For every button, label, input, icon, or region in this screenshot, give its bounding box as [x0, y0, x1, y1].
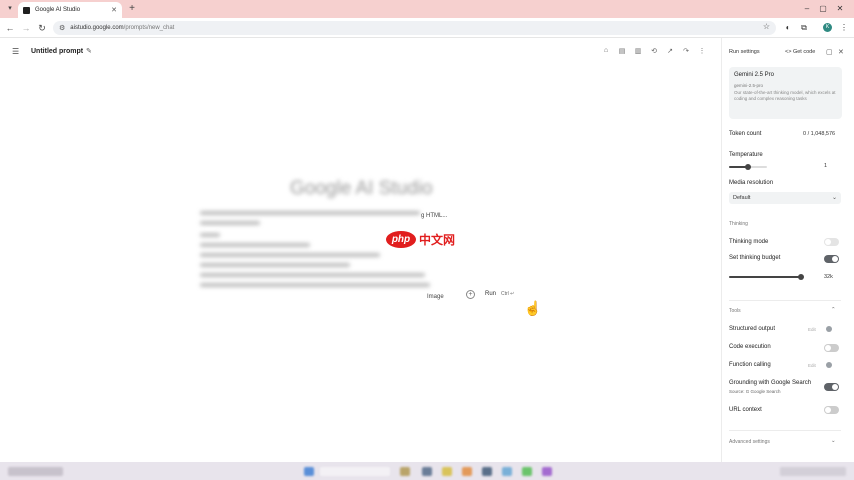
add-media-button[interactable]: +	[466, 290, 475, 299]
image-chip[interactable]: Image	[427, 294, 444, 300]
taskbar-app-icon[interactable]	[502, 467, 512, 476]
profile-avatar[interactable]: K	[823, 23, 832, 32]
nav-menu-icon[interactable]: ☰	[12, 47, 19, 56]
prompt-title: Untitled prompt	[31, 48, 84, 55]
media-resolution-select[interactable]: Default ⌄	[729, 192, 841, 204]
model-selector[interactable]: Gemini 2.5 Pro gemini-2.5-pro Our state-…	[729, 67, 842, 119]
run-button[interactable]: Run Ctrl ↵	[481, 287, 518, 301]
history-icon[interactable]: ⟲	[650, 47, 658, 55]
run-label: Run	[485, 291, 497, 297]
tab-strip: ▾ Google AI Studio ✕ + – ▢ ✕	[0, 0, 854, 18]
share-icon[interactable]: ⌂	[602, 47, 610, 55]
grounding-toggle[interactable]	[824, 383, 839, 391]
forward-icon[interactable]: →	[20, 22, 32, 34]
tab-title: Google AI Studio	[35, 7, 81, 13]
thinking-mode-label: Thinking mode	[729, 239, 769, 245]
model-id: gemini-2.5-pro	[734, 83, 764, 88]
thinking-budget-value[interactable]: 32k	[824, 274, 833, 280]
intro-title: Google AI Studio	[290, 178, 433, 199]
tab-search-icon[interactable]: ▾	[5, 4, 15, 14]
structured-output-edit[interactable]: Edit	[808, 327, 816, 332]
browser-menu-icon[interactable]: ⋮	[838, 22, 850, 34]
code-execution-toggle[interactable]	[824, 344, 839, 352]
url-text: aistudio.google.com/prompts/new_chat	[70, 25, 175, 31]
taskbar-app-icon[interactable]	[400, 467, 410, 476]
model-description: Our state-of-the-art thinking model, whi…	[734, 90, 836, 101]
taskbar-app-icon[interactable]	[442, 467, 452, 476]
address-bar[interactable]: ⚙ aistudio.google.com/prompts/new_chat ☆	[53, 21, 776, 35]
close-tab-icon[interactable]: ✕	[111, 6, 117, 14]
reload-icon[interactable]: ↻	[36, 22, 48, 34]
edit-title-icon[interactable]: ✎	[86, 47, 92, 55]
temperature-slider[interactable]	[729, 164, 767, 170]
structured-output-toggle[interactable]	[826, 326, 832, 332]
minimize-icon[interactable]: –	[801, 3, 813, 15]
grounding-source: Source: G Google Search	[729, 389, 781, 394]
thinking-budget-label: Set thinking budget	[729, 255, 781, 261]
advanced-settings-toggle[interactable]: Advanced settings	[729, 439, 770, 445]
window-close-icon[interactable]: ✕	[834, 3, 846, 15]
site-info-icon[interactable]: ⚙	[59, 24, 65, 32]
thinking-budget-toggle[interactable]	[824, 255, 839, 263]
hand-pointer-cursor-icon: ☝	[524, 300, 542, 316]
browser-tab[interactable]: Google AI Studio ✕	[18, 2, 122, 18]
grounding-label: Grounding with Google Search	[729, 380, 812, 386]
browser-toolbar: ← → ↻ ⚙ aistudio.google.com/prompts/new_…	[0, 18, 854, 38]
thinking-section: Thinking	[729, 221, 748, 227]
token-count-label: Token count	[729, 131, 762, 137]
maximize-icon[interactable]: ▢	[817, 3, 829, 15]
function-calling-toggle[interactable]	[826, 362, 832, 368]
run-shortcut: Ctrl ↵	[501, 291, 515, 297]
compare-icon[interactable]: ▥	[634, 47, 642, 55]
collapse-tools-icon[interactable]: ⌃	[831, 307, 836, 313]
url-context-label: URL context	[729, 407, 762, 413]
reset-icon[interactable]: ▢	[826, 48, 833, 56]
thinking-budget-slider[interactable]	[729, 274, 804, 280]
page-content: ☰ Untitled prompt ✎ ⌂ ▤ ▥ ⟲ ↗ ↷ ⋮ Google…	[0, 38, 854, 462]
panel-title: Run settings	[729, 49, 760, 55]
php-watermark-logo: php 中文网	[386, 231, 455, 248]
media-resolution-label: Media resolution	[729, 180, 774, 186]
bookmark-star-icon[interactable]: ☆	[763, 22, 770, 31]
url-context-toggle[interactable]	[824, 406, 839, 414]
taskbar-app-icon[interactable]	[304, 467, 314, 476]
os-taskbar	[0, 462, 854, 480]
code-execution-label: Code execution	[729, 344, 771, 350]
taskbar-app-icon[interactable]	[542, 467, 552, 476]
thinking-budget-slider-thumb[interactable]	[797, 274, 804, 280]
close-panel-icon[interactable]: ✕	[838, 48, 844, 56]
get-code-button[interactable]: <> Get code	[785, 49, 815, 55]
function-calling-edit[interactable]: Edit	[808, 363, 816, 368]
model-name: Gemini 2.5 Pro	[734, 72, 775, 78]
temperature-slider-thumb[interactable]	[745, 164, 751, 170]
header-actions: ⌂ ▤ ▥ ⟲ ↗ ↷ ⋮	[602, 47, 706, 55]
taskbar-app-icon[interactable]	[482, 467, 492, 476]
extensions-puzzle-icon[interactable]: ⧉	[798, 22, 810, 34]
suggestion-fragment: g HTML...	[421, 213, 448, 219]
run-settings-panel: Run settings <> Get code ▢ ✕ Gemini 2.5 …	[721, 38, 854, 462]
ai-studio-favicon-icon	[23, 6, 30, 14]
taskbar-app-icon[interactable]	[522, 467, 532, 476]
tune-icon[interactable]: ↗	[666, 47, 674, 55]
structured-output-label: Structured output	[729, 326, 776, 332]
function-calling-label: Function calling	[729, 362, 771, 368]
thinking-mode-toggle[interactable]	[824, 238, 839, 246]
chevron-down-icon: ⌄	[831, 195, 837, 201]
chevron-down-icon[interactable]: ⌄	[831, 438, 836, 444]
taskbar-search[interactable]	[320, 467, 390, 476]
new-tab-icon[interactable]: +	[126, 3, 138, 15]
temperature-value[interactable]: 1	[824, 163, 827, 169]
back-icon[interactable]: ←	[4, 22, 16, 34]
redo-icon[interactable]: ↷	[682, 47, 690, 55]
tools-section: Tools	[729, 308, 741, 314]
temperature-label: Temperature	[729, 152, 763, 158]
intro-suggestions	[200, 211, 458, 293]
extension-icon[interactable]: ◐	[782, 22, 794, 34]
save-icon[interactable]: ▤	[618, 47, 626, 55]
taskbar-app-icon[interactable]	[422, 467, 432, 476]
taskbar-app-icon[interactable]	[462, 467, 472, 476]
more-options-icon[interactable]: ⋮	[698, 47, 706, 55]
token-count-value: 0 / 1,048,576	[803, 131, 836, 137]
